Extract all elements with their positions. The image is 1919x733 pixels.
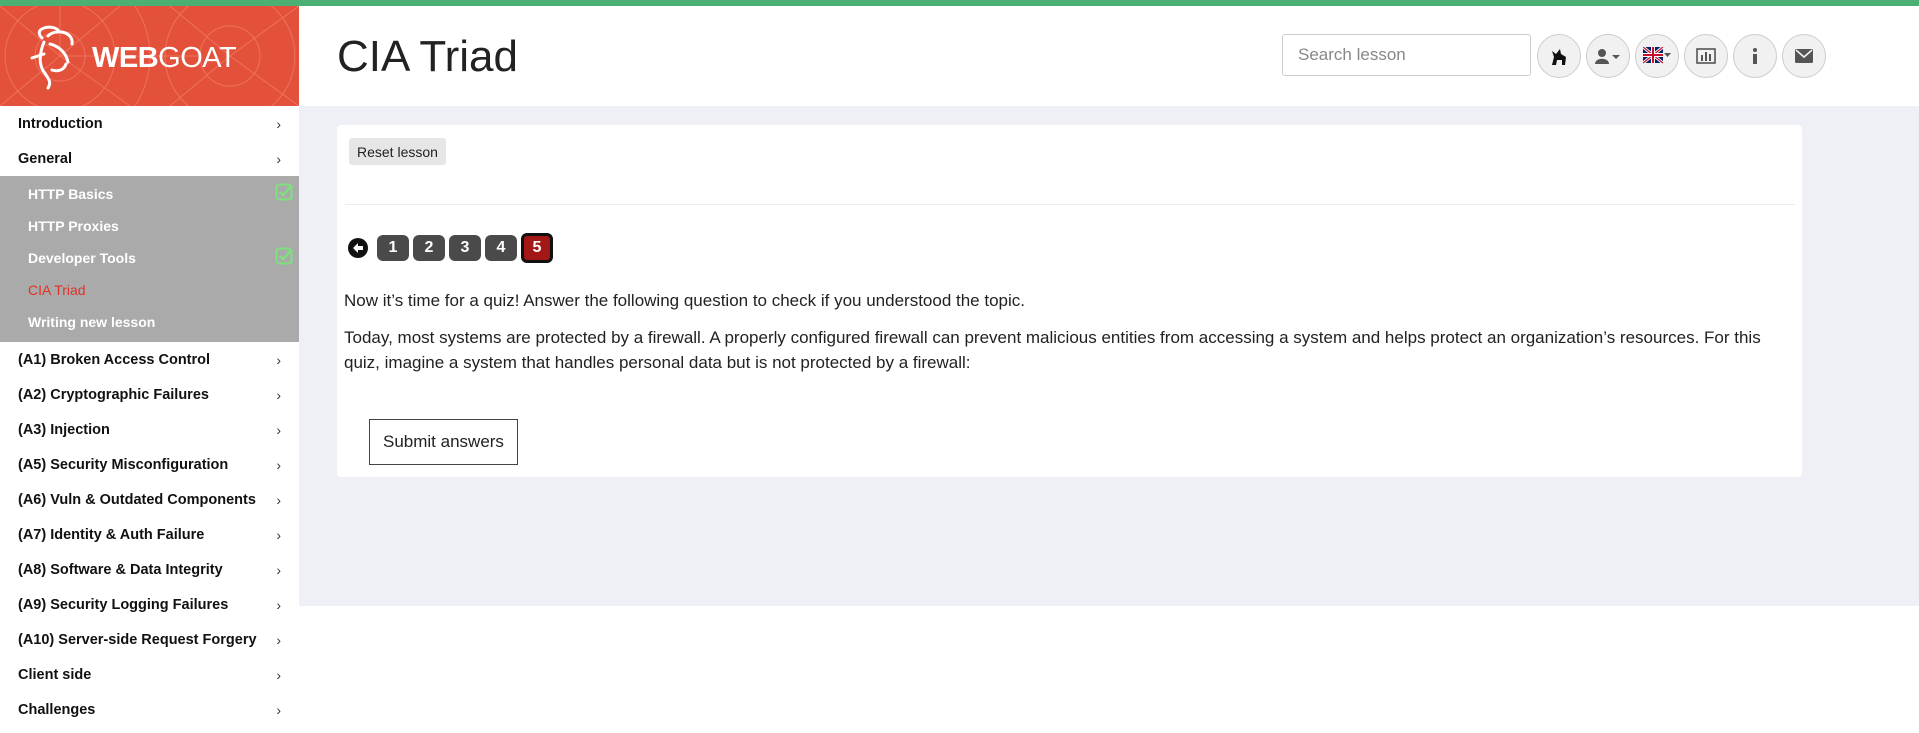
page-3-button[interactable]: 3 [449, 235, 481, 261]
report-card-button[interactable] [1684, 34, 1728, 78]
envelope-icon [1795, 49, 1813, 63]
flag-icon [1643, 47, 1671, 65]
category-a7[interactable]: (A7) Identity & Auth Failure › [0, 517, 299, 552]
chevron-right-icon: › [276, 351, 281, 368]
chevron-right-icon: › [276, 526, 281, 543]
language-button[interactable] [1635, 34, 1679, 78]
category-a1[interactable]: (A1) Broken Access Control › [0, 342, 299, 377]
lesson-complete-check-icon [275, 183, 293, 201]
reset-lesson-button[interactable]: Reset lesson [349, 138, 446, 165]
category-a8[interactable]: (A8) Software & Data Integrity › [0, 552, 299, 587]
lesson-page-navigation: 1 2 3 4 5 [347, 233, 557, 263]
lesson-cia-triad[interactable]: CIA Triad [0, 274, 299, 306]
chevron-right-icon: › [276, 561, 281, 578]
divider [345, 204, 1795, 205]
category-general[interactable]: General › [0, 141, 299, 176]
contact-button[interactable] [1782, 34, 1826, 78]
category-a5[interactable]: (A5) Security Misconfiguration › [0, 447, 299, 482]
about-button[interactable] [1733, 34, 1777, 78]
category-challenges[interactable]: Challenges › [0, 692, 299, 727]
chevron-right-icon: › [276, 666, 281, 683]
quiz-intro-text: Now it’s time for a quiz! Answer the fol… [344, 291, 1025, 310]
chart-icon [1696, 48, 1716, 64]
goat-icon [30, 25, 74, 90]
chevron-right-icon: › [276, 386, 281, 403]
chevron-right-icon: › [276, 456, 281, 473]
chevron-right-icon: › [276, 115, 281, 132]
lesson-http-basics[interactable]: HTTP Basics [0, 178, 299, 210]
wolf-icon [1552, 49, 1566, 65]
chevron-right-icon: › [276, 150, 281, 167]
webgoat-logo[interactable]: WEBGOAT [0, 6, 299, 106]
user-menu-button[interactable] [1586, 34, 1630, 78]
page-1-button[interactable]: 1 [377, 235, 409, 261]
lesson-writing-new-lesson[interactable]: Writing new lesson [0, 306, 299, 338]
user-icon [1595, 49, 1620, 64]
category-a9[interactable]: (A9) Security Logging Failures › [0, 587, 299, 622]
chevron-right-icon: › [276, 491, 281, 508]
lesson-http-proxies[interactable]: HTTP Proxies [0, 210, 299, 242]
lesson-panel: Reset lesson 1 2 3 4 5 Now it’s time for… [337, 125, 1802, 477]
chevron-right-icon: › [276, 421, 281, 438]
brand-name: WEBGOAT [92, 42, 237, 74]
category-client-side[interactable]: Client side › [0, 657, 299, 692]
category-a10[interactable]: (A10) Server-side Request Forgery › [0, 622, 299, 657]
chevron-right-icon: › [276, 596, 281, 613]
lesson-menu: Introduction › General › HTTP Basics HTTP … [0, 106, 299, 733]
category-a6[interactable]: (A6) Vuln & Outdated Components › [0, 482, 299, 517]
lesson-developer-tools[interactable]: Developer Tools [0, 242, 299, 274]
header: CIA Triad [299, 6, 1919, 106]
page-5-button[interactable]: 5 [521, 233, 553, 263]
lesson-complete-check-icon [275, 247, 293, 265]
general-submenu: HTTP Basics HTTP Proxies Developer Tools… [0, 176, 299, 342]
page-title: CIA Triad [337, 32, 518, 81]
wolf-button[interactable] [1537, 34, 1581, 78]
submit-answers-button[interactable]: Submit answers [369, 419, 518, 465]
info-icon [1753, 48, 1757, 64]
chevron-right-icon: › [276, 701, 281, 718]
category-a3[interactable]: (A3) Injection › [0, 412, 299, 447]
chevron-right-icon: › [276, 631, 281, 648]
category-a2[interactable]: (A2) Cryptographic Failures › [0, 377, 299, 412]
page-2-button[interactable]: 2 [413, 235, 445, 261]
search-input[interactable] [1282, 34, 1531, 76]
category-introduction[interactable]: Introduction › [0, 106, 299, 141]
previous-page-icon[interactable] [347, 237, 369, 259]
quiz-description-text: Today, most systems are protected by a f… [344, 328, 1761, 372]
page-4-button[interactable]: 4 [485, 235, 517, 261]
